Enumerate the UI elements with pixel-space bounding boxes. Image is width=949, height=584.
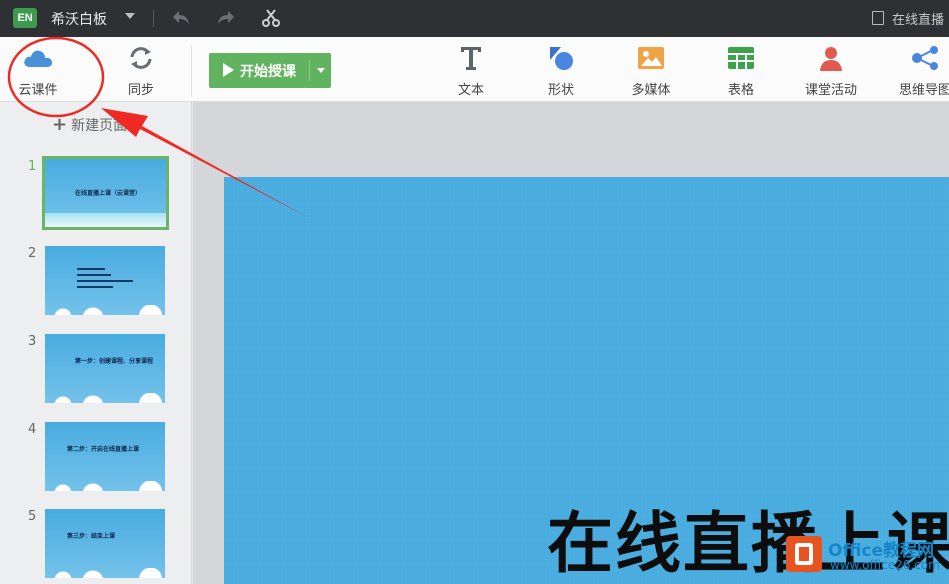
slide-thumbnail[interactable]: 在线直播上课（云课堂） <box>42 156 169 230</box>
canvas-workspace: 在线直播上课 <box>193 102 949 584</box>
cloud-icon <box>24 50 53 67</box>
toolbar-divider <box>191 45 192 97</box>
new-page-button[interactable]: + 新建页面 <box>52 114 127 135</box>
watermark: Office教程网 www.office26.com <box>786 532 946 580</box>
main-toolbar: 云课件 同步 开始授课 文本 形状 多媒体 表格 课堂活动 思维导图 <box>0 37 949 102</box>
slide-thumbnail[interactable]: 第三步：结束上课 <box>45 509 165 578</box>
plus-icon: + <box>52 114 68 135</box>
mindmap-icon <box>912 46 938 70</box>
activity-icon <box>820 47 842 71</box>
slide-thumbnail[interactable]: 第二步：开启在线直播上课 <box>45 422 165 491</box>
shape-tool-button[interactable]: 形状 <box>525 43 597 98</box>
sync-button[interactable]: 同步 <box>105 43 177 98</box>
cloud-decoration <box>45 305 165 315</box>
chevron-down-icon[interactable] <box>317 68 325 73</box>
sea-decoration <box>45 213 166 227</box>
document-title[interactable]: 在线直播 <box>871 9 944 28</box>
cloud-decoration <box>45 568 165 578</box>
cut-button[interactable] <box>260 8 284 30</box>
cloud-courseware-button[interactable]: 云课件 <box>2 43 74 98</box>
slide-canvas[interactable]: 在线直播上课 <box>224 177 949 584</box>
shape-icon <box>550 47 573 70</box>
redo-button[interactable] <box>215 8 239 30</box>
office-logo-icon <box>786 536 822 572</box>
media-tool-button[interactable]: 多媒体 <box>615 43 687 98</box>
undo-button[interactable] <box>170 8 194 30</box>
sync-icon <box>130 47 152 69</box>
cloud-decoration <box>45 393 165 403</box>
media-icon <box>638 47 664 69</box>
table-tool-button[interactable]: 表格 <box>705 43 777 98</box>
start-class-button[interactable]: 开始授课 <box>209 53 331 88</box>
app-logo: EN <box>13 8 37 28</box>
slide-thumbnail[interactable] <box>45 246 165 315</box>
activity-tool-button[interactable]: 课堂活动 <box>795 43 867 98</box>
redo-icon <box>218 11 234 24</box>
scissors-icon <box>262 9 280 27</box>
page-list-panel: + 新建页面 1 在线直播上课（云课堂） 2 3 第一步：创建课程、分享课程 4 … <box>0 102 192 584</box>
play-icon <box>223 63 234 77</box>
app-name[interactable]: 希沃白板 <box>51 9 107 29</box>
undo-icon <box>173 11 189 24</box>
slide-thumbnail[interactable]: 第一步：创建课程、分享课程 <box>45 334 165 403</box>
cloud-decoration <box>45 481 165 491</box>
split-divider <box>309 60 310 81</box>
title-bar: EN 希沃白板 在线直播 <box>0 0 949 37</box>
text-tool-button[interactable]: 文本 <box>435 43 507 98</box>
mindmap-tool-button[interactable]: 思维导图 <box>885 43 949 98</box>
table-icon <box>728 47 754 69</box>
divider <box>153 10 154 27</box>
text-icon <box>461 47 481 70</box>
chevron-down-icon[interactable] <box>125 13 135 19</box>
